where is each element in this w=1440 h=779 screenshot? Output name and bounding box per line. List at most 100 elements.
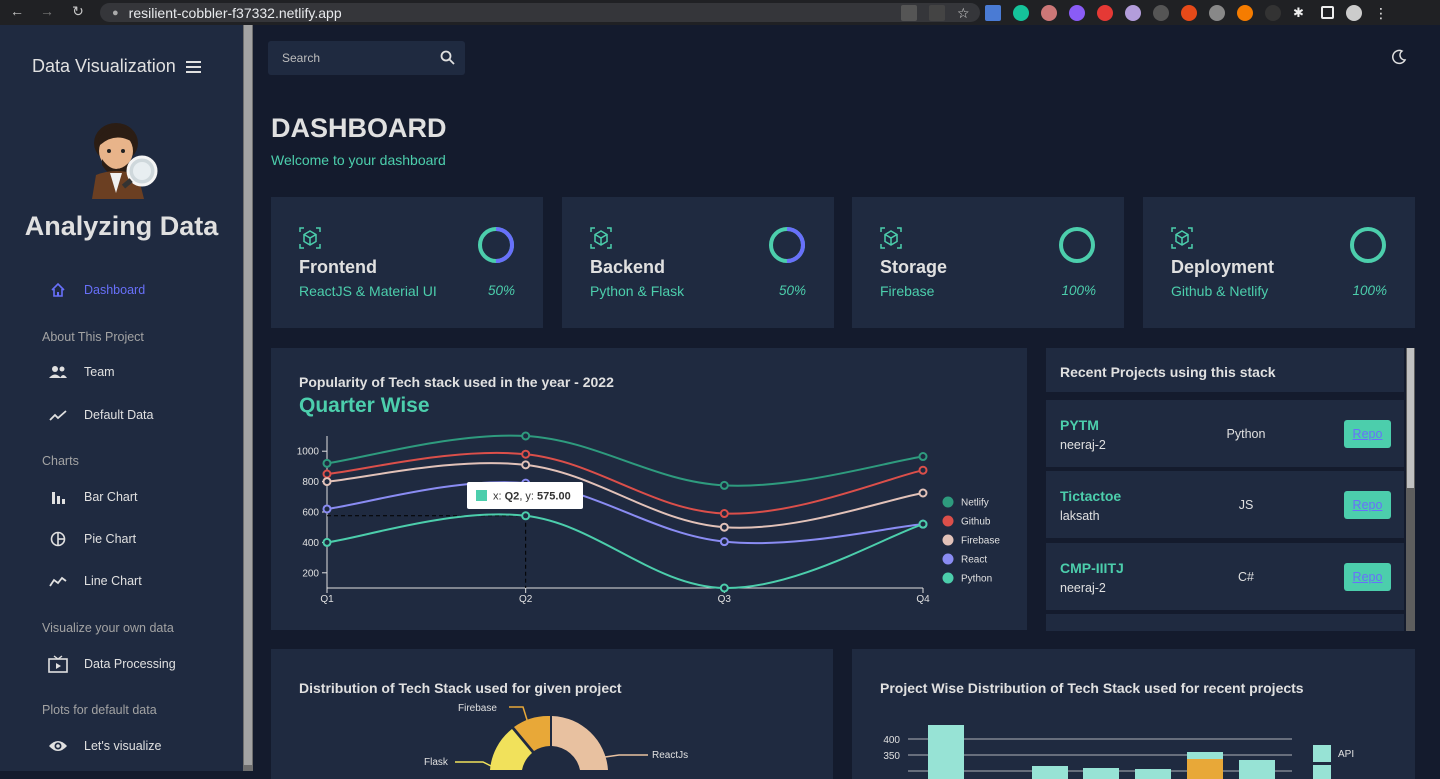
data-point[interactable] <box>322 458 332 468</box>
sidebar-section-heading: About This Project <box>42 330 144 344</box>
data-point[interactable] <box>918 465 928 475</box>
stat-title: Backend <box>590 257 666 277</box>
data-point[interactable] <box>521 511 531 521</box>
sidebar-item-data-processing[interactable]: Data Processing <box>48 652 176 676</box>
series-line-firebase[interactable] <box>326 462 924 529</box>
data-point[interactable] <box>918 488 928 498</box>
legend-label: API <box>1338 749 1354 760</box>
sidepanel-icon[interactable] <box>1321 6 1334 19</box>
extension-icon[interactable] <box>1181 4 1197 21</box>
download-icon[interactable] <box>901 4 917 21</box>
data-point[interactable] <box>322 477 332 487</box>
data-point[interactable] <box>918 519 928 529</box>
translate-icon[interactable] <box>985 4 1001 21</box>
data-point[interactable] <box>719 583 729 593</box>
sidebar-item-default-data[interactable]: Default Data <box>48 403 153 427</box>
data-point[interactable] <box>719 537 729 547</box>
series-line-github[interactable] <box>326 451 924 515</box>
page-subtitle: Welcome to your dashboard <box>271 152 446 168</box>
sidebar-item-lets-visualize[interactable]: Let's visualize <box>48 734 161 758</box>
sidebar-scrollbar[interactable] <box>243 25 253 771</box>
repo-button[interactable]: Repo <box>1344 420 1391 448</box>
sidebar-section-heading: Plots for default data <box>42 703 157 717</box>
projects-scrollbar[interactable] <box>1406 348 1415 631</box>
back-arrow-icon[interactable]: ← <box>2 3 32 19</box>
metamask-icon[interactable] <box>1237 4 1253 21</box>
data-point[interactable] <box>719 480 729 490</box>
repo-button[interactable]: Repo <box>1344 563 1391 591</box>
grammarly-icon[interactable] <box>1013 4 1029 21</box>
sidebar-item-pie-chart[interactable]: Pie Chart <box>48 527 136 551</box>
puzzle-icon[interactable]: ✱ <box>1293 5 1309 21</box>
legend-swatch <box>1313 745 1331 762</box>
legend-swatch <box>1313 765 1331 779</box>
dark-mode-toggle-icon[interactable] <box>1391 49 1407 70</box>
project-user: neeraj-2 <box>1060 581 1106 595</box>
series-line-react[interactable] <box>326 481 924 545</box>
data-point[interactable] <box>918 452 928 462</box>
sidebar-item-bar-chart[interactable]: Bar Chart <box>48 485 138 509</box>
sidebar: Data Visualization Analyzing Data Dashbo… <box>0 25 243 771</box>
extension-icon[interactable] <box>1153 4 1169 21</box>
data-point[interactable] <box>322 504 332 514</box>
project-user: neeraj-2 <box>1060 438 1106 452</box>
pie-slice[interactable] <box>552 716 608 770</box>
extension-icon[interactable] <box>1097 4 1113 21</box>
project-user: laksath <box>1060 509 1100 523</box>
project-row: Tictactoe laksath JS Repo <box>1046 471 1404 538</box>
project-row <box>1046 614 1404 631</box>
line-chart[interactable]: 200 400 600 800 1000 Q1 Q2 Q3 Q4 Netlify Github Fir… <box>271 348 1027 630</box>
hamburger-menu-icon[interactable] <box>186 61 201 76</box>
profile-avatar[interactable] <box>1346 4 1362 21</box>
bar[interactable] <box>1032 766 1068 779</box>
bar-chart[interactable]: 400 350 API <box>852 649 1415 779</box>
bar[interactable] <box>1187 759 1223 779</box>
pie-chart[interactable]: Firebase Flask ReactJs <box>271 649 833 779</box>
project-name: CMP-IIITJ <box>1060 560 1124 576</box>
star-icon[interactable]: ☆ <box>957 5 973 21</box>
extension-icon[interactable] <box>1041 4 1057 21</box>
data-point[interactable] <box>719 509 729 519</box>
data-point[interactable] <box>521 431 531 441</box>
sidebar-section-heading: Visualize your own data <box>42 621 174 635</box>
data-point[interactable] <box>322 469 332 479</box>
tooltip-text: x: Q2, y: 575.00 <box>493 491 571 503</box>
pie-label-link <box>509 706 529 724</box>
project-name: PYTM <box>1060 417 1099 433</box>
data-point[interactable] <box>322 537 332 547</box>
pie-chart-card: Distribution of Tech Stack used for give… <box>271 649 833 779</box>
menu-dots-icon[interactable]: ⋮ <box>1374 5 1388 21</box>
search-input[interactable] <box>282 51 432 65</box>
data-point[interactable] <box>521 449 531 459</box>
search-icon[interactable] <box>440 50 455 70</box>
sidebar-item-dashboard[interactable]: Dashboard <box>48 278 145 302</box>
recent-projects-title: Recent Projects using this stack <box>1060 364 1276 380</box>
legend-symbol <box>942 553 954 565</box>
sidebar-item-team[interactable]: Team <box>48 360 115 384</box>
share-icon[interactable] <box>929 4 945 21</box>
extension-icon[interactable] <box>1265 4 1281 21</box>
sidebar-item-label: Bar Chart <box>84 490 138 504</box>
data-point[interactable] <box>719 522 729 532</box>
sidebar-item-line-chart[interactable]: Line Chart <box>48 569 142 593</box>
bar[interactable] <box>1239 760 1275 779</box>
address-bar[interactable]: ● resilient-cobbler-f37332.netlify.app <box>100 3 980 22</box>
sidebar-title: Data Visualization <box>32 56 176 76</box>
recent-projects-panel: Recent Projects using this stack PYTM ne… <box>1046 348 1406 631</box>
stat-subtitle: Github & Netlify <box>1171 283 1269 299</box>
project-language: Python <box>1226 427 1266 441</box>
extension-icon[interactable] <box>1069 4 1085 21</box>
sidebar-section-heading: Charts <box>42 454 79 468</box>
repo-button[interactable]: Repo <box>1344 491 1391 519</box>
forward-arrow-icon[interactable]: → <box>32 3 62 19</box>
extension-icon[interactable] <box>1125 4 1141 21</box>
data-point[interactable] <box>521 460 531 470</box>
bar[interactable] <box>1083 768 1119 779</box>
legend-label: Firebase <box>961 536 1000 547</box>
series-line-python[interactable] <box>326 513 924 590</box>
x-tick-label: Q3 <box>718 594 732 605</box>
x-tick-label: Q4 <box>916 594 930 605</box>
extension-icon[interactable] <box>1209 4 1225 21</box>
reload-icon[interactable]: ↻ <box>63 3 93 20</box>
legend-symbol <box>942 534 954 546</box>
